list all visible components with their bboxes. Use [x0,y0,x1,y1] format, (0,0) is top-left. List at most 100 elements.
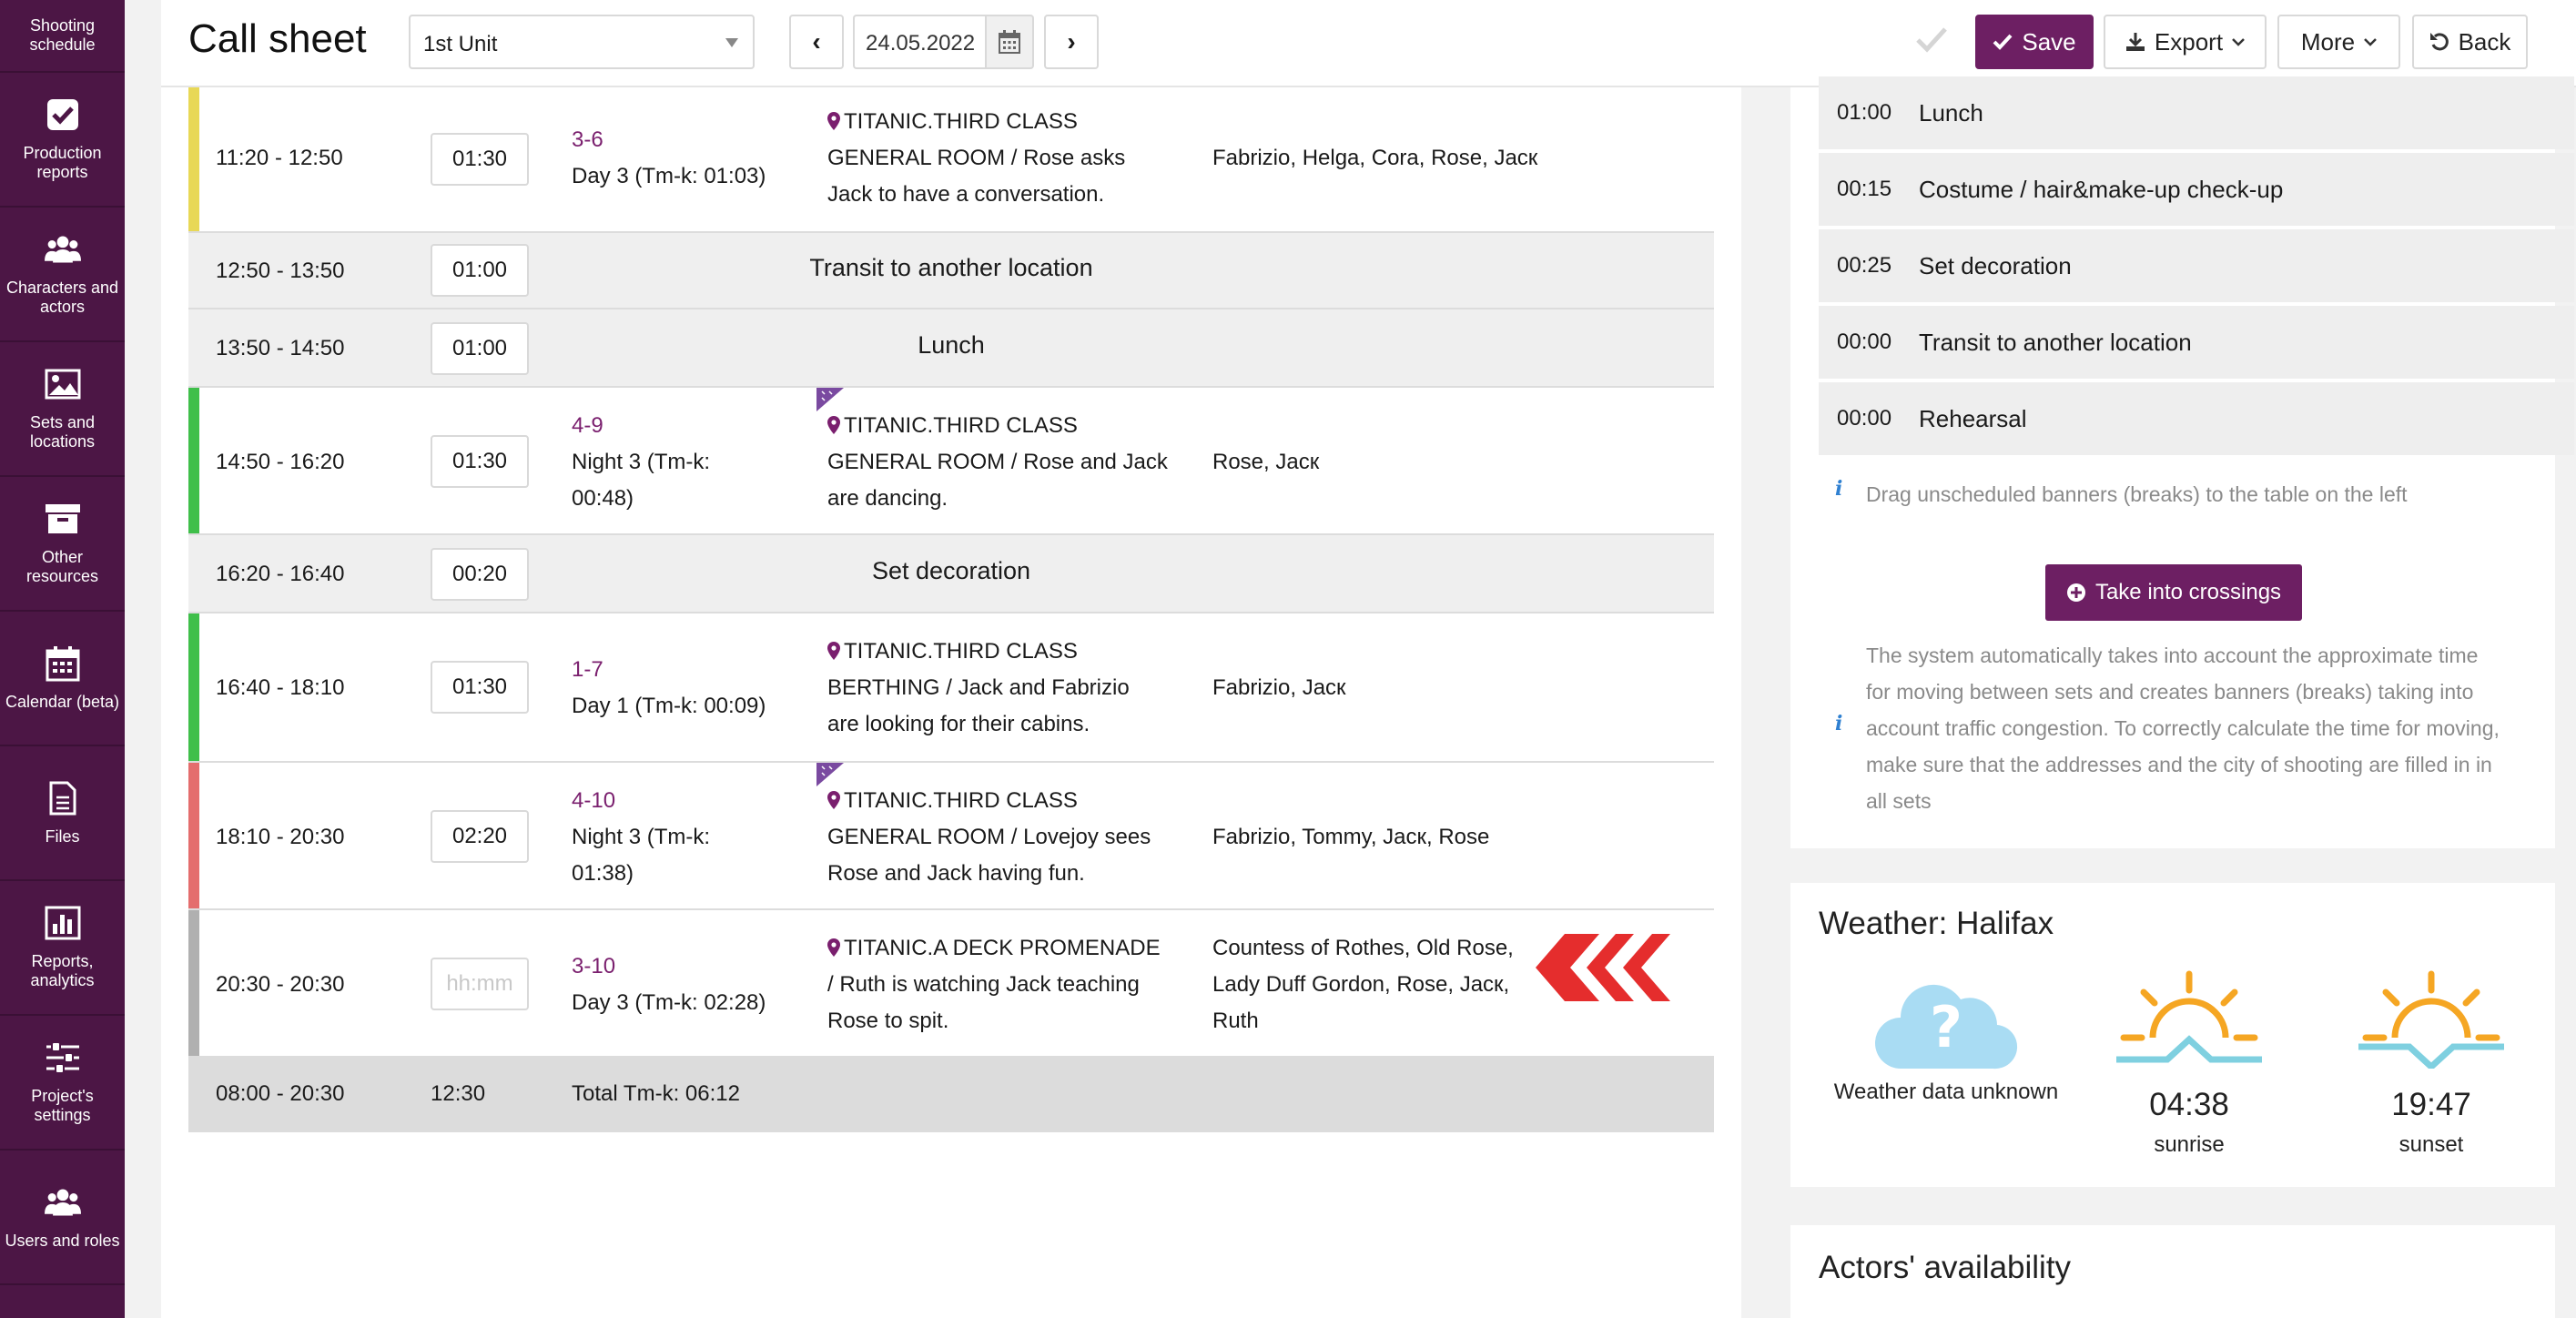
break-banner-label: Lunch [1919,98,1983,127]
break-banner-label: Costume / hair&make-up check-up [1919,175,2284,203]
caret-down-icon [725,38,738,47]
sidebar-item-characters[interactable]: Characters and actors [0,208,125,342]
total-duration: 12:30 [431,1081,486,1106]
sidebar-item-reports[interactable]: Reports, analytics [0,881,125,1016]
sidebar-item-project-settings[interactable]: Project's settings [0,1016,125,1151]
location-name: TITANIC.THIRD CLASS [844,788,1078,813]
break-label: Lunch [918,331,985,359]
plus-circle-icon [2066,583,2085,602]
time-range: 14:50 - 16:20 [216,450,345,474]
checkbox-icon [45,96,81,133]
scene-number[interactable]: 4-10 [572,783,710,819]
undo-icon [2429,33,2449,51]
location-name: TITANIC.A DECK PROMENADE [844,936,1161,960]
break-row[interactable]: 12:50 - 13:50 01:00 Transit to another l… [188,233,1714,309]
info-icon: i [1835,712,1843,735]
cast-list: Ruth [1212,1009,1259,1033]
table-row[interactable]: 11:20 - 12:50 01:30 3-6 Day 3 (Tm-k: 01:… [188,87,1714,233]
break-banner[interactable]: 00:15 Costume / hair&make-up check-up [1819,153,2574,226]
crossings-info: The system automatically takes into acco… [1866,637,2500,819]
sidebar-item-label: Shooting schedule [29,16,96,54]
download-icon [2125,33,2145,51]
scene-number[interactable]: 1-7 [572,652,766,688]
table-row[interactable]: 14:50 - 16:20 01:30 4-9 Night 3 (Tm-k: 0… [188,388,1714,535]
prev-date-button[interactable]: ‹ [789,15,844,69]
total-timing: Total Tm-k: 06:12 [572,1081,740,1106]
duration-input[interactable]: hh:mm [431,958,529,1010]
scene-number[interactable]: 4-9 [572,408,710,444]
export-button[interactable]: Export [2104,15,2267,69]
cast-list: Fabrizio, Helga, Cora, Rose, Jacк [1212,146,1538,170]
svg-text:?: ? [1930,994,1962,1060]
calendar-button[interactable] [985,15,1034,69]
scene-day: Day 1 (Tm-k: 00:09) [572,694,766,718]
unit-select[interactable]: 1st Unit [409,15,755,69]
take-into-crossings-label: Take into crossings [2094,580,2282,604]
users-icon [44,231,81,268]
date-input[interactable]: 24.05.2022 [853,15,985,69]
cast-list: Rose, Jacк [1212,450,1320,474]
sidebar-item-label: Files [45,826,80,846]
sidebar-item-shooting-schedule[interactable]: Shooting schedule [0,0,125,73]
chevron-down-icon [2364,38,2378,46]
break-banner[interactable]: 01:00 Lunch [1819,76,2574,149]
duration-input[interactable]: 02:20 [431,810,529,863]
sunrise-icon [2116,970,2262,1063]
break-banner[interactable]: 00:00 Rehearsal [1819,382,2574,455]
scene-number[interactable]: 3-10 [572,948,766,985]
sidebar-item-files[interactable]: Files [0,746,125,881]
location-pin-icon [827,938,840,957]
sidebar-item-label: Users and roles [5,1231,120,1250]
sunrise-label: sunrise [2154,1132,2225,1157]
info-icon: i [1835,477,1843,501]
scene-description: GENERAL ROOM / Lovejoy sees [827,825,1151,849]
check-icon[interactable] [1915,25,1948,57]
sidebar-item-sets[interactable]: Sets and locations [0,342,125,477]
save-button[interactable]: Save [1975,15,2094,69]
location-pin-icon [827,416,840,434]
break-banner-label: Rehearsal [1919,404,2027,432]
break-banner-time: 00:00 [1837,406,1892,431]
duration-input[interactable]: 01:30 [431,133,529,186]
sidebar-item-label: Calendar (beta) [5,692,120,711]
sidebar-item-label: Project's settings [31,1087,94,1124]
total-time-range: 08:00 - 20:30 [216,1081,345,1106]
crossings-info-line: account traffic congestion. To correctly… [1866,716,2500,740]
break-label: Transit to another location [809,254,1093,281]
cast-list: Countess of Rothes, Old Rose, [1212,936,1514,960]
actors-availability-title: Actors' availability [1819,1250,2072,1285]
table-row[interactable]: 18:10 - 20:30 02:20 4-10 Night 3 (Tm-k: … [188,763,1714,910]
check-icon [1993,34,2013,50]
duration-input[interactable]: 01:30 [431,435,529,488]
table-row[interactable]: 16:40 - 18:10 01:30 1-7 Day 1 (Tm-k: 00:… [188,613,1714,763]
break-banner[interactable]: 00:25 Set decoration [1819,229,2574,302]
back-button[interactable]: Back [2412,15,2528,69]
scene-day: Day 3 (Tm-k: 01:03) [572,164,766,188]
break-banner[interactable]: 00:00 Transit to another location [1819,306,2574,379]
duration-input[interactable]: 01:30 [431,661,529,714]
break-row[interactable]: 16:20 - 16:40 00:20 Set decoration [188,535,1714,613]
scene-day: Night 3 (Tm-k: [572,825,711,849]
take-into-crossings-button[interactable]: Take into crossings [2045,564,2302,621]
location-name: TITANIC.THIRD CLASS [844,413,1078,438]
cloud-unknown-icon: ? [1875,984,2018,1070]
break-row[interactable]: 13:50 - 14:50 01:00 Lunch [188,309,1714,388]
scene-description: are dancing. [827,486,948,511]
sidebar-item-users[interactable]: Users and roles [0,1151,125,1285]
more-button[interactable]: More [2277,15,2400,69]
scene-number[interactable]: 3-6 [572,122,766,158]
scene-description: BERTHING / Jack and Fabrizio [827,675,1130,700]
sidebar-item-label: Reports, analytics [30,952,95,989]
sidebar-item-production-reports[interactable]: Production reports [0,73,125,208]
sidebar-item-calendar[interactable]: Calendar (beta) [0,612,125,746]
sunset-time: 19:47 [2391,1087,2471,1122]
crossings-info-line: all sets [1866,789,1932,813]
crossings-info-line: The system automatically takes into acco… [1866,644,2479,667]
next-date-button[interactable]: › [1044,15,1099,69]
sunrise-time: 04:38 [2149,1087,2229,1122]
sidebar-item-other-resources[interactable]: Other resources [0,477,125,612]
time-range: 20:30 - 20:30 [216,972,345,997]
move-to-crossing-icon[interactable] [1536,932,1681,1003]
table-row[interactable]: 20:30 - 20:30 hh:mm 3-10 Day 3 (Tm-k: 02… [188,910,1714,1058]
time-range: 16:40 - 18:10 [216,675,345,700]
